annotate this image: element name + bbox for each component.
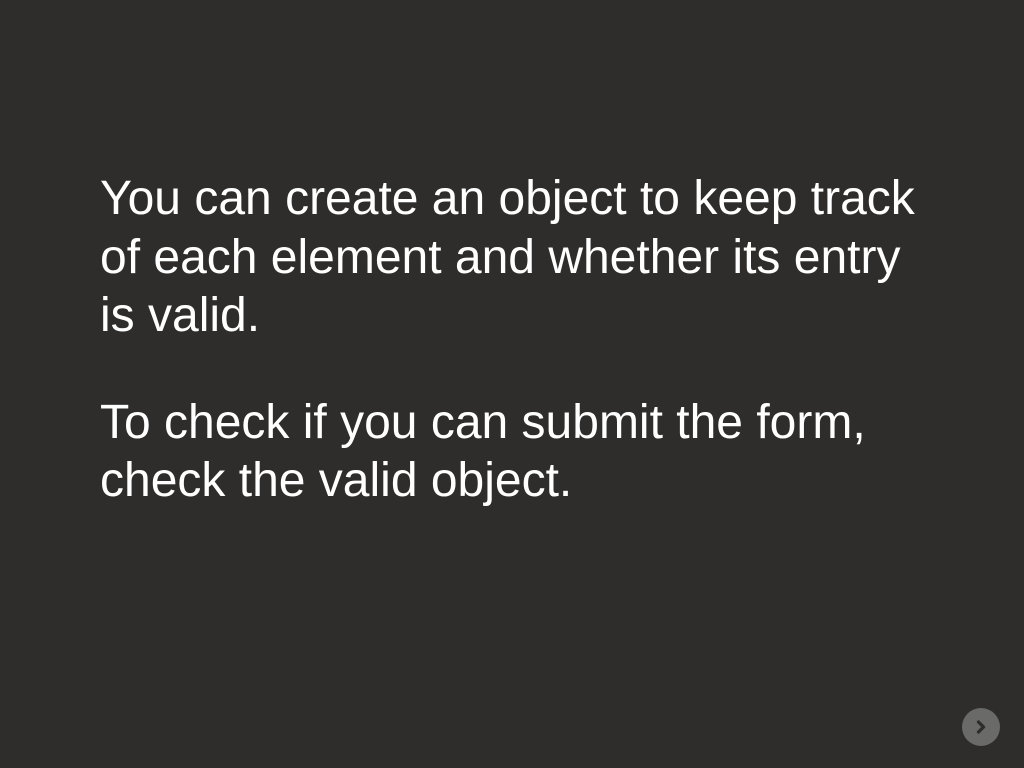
slide-body: You can create an object to keep track o… xyxy=(100,170,924,511)
arrow-right-icon xyxy=(971,717,991,737)
paragraph-2: To check if you can submit the form, che… xyxy=(100,394,924,511)
next-slide-button[interactable] xyxy=(962,708,1000,746)
paragraph-1: You can create an object to keep track o… xyxy=(100,170,924,346)
slide: You can create an object to keep track o… xyxy=(0,0,1024,768)
